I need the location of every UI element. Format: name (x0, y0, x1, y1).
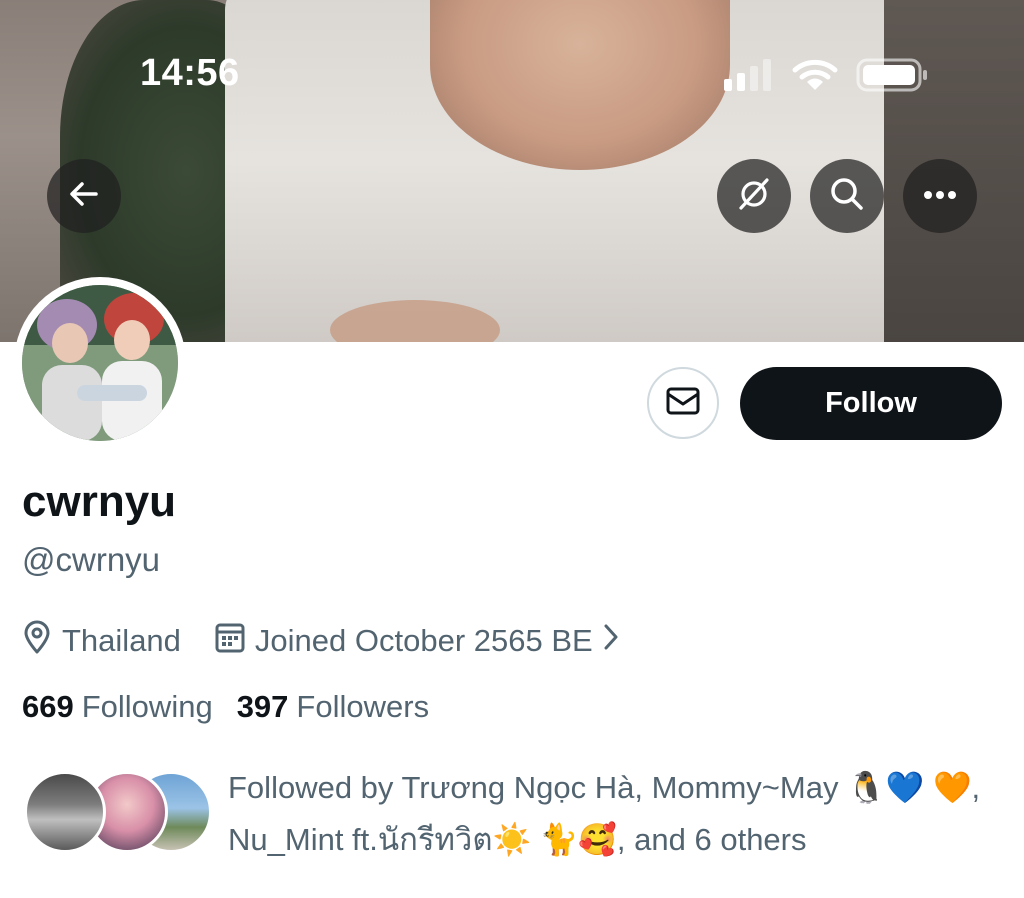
wifi-icon (792, 58, 838, 97)
location-text: Thailand (62, 623, 181, 658)
back-arrow-icon (66, 176, 102, 217)
cellular-signal-icon (724, 59, 774, 96)
location-pin-icon (22, 620, 52, 662)
profile-meta: Thailand Joined October 2565 BE (22, 620, 653, 662)
grok-button[interactable] (717, 159, 791, 233)
blue-heart-emoji: 💙 (885, 770, 925, 806)
profile-avatar[interactable] (14, 277, 186, 449)
joined-text: Joined October 2565 BE (254, 623, 593, 658)
joined-date[interactable]: Joined October 2565 BE (215, 621, 619, 661)
back-button[interactable] (47, 159, 121, 233)
follower-avatar-1 (24, 771, 106, 853)
following-link[interactable]: 669 Following (22, 689, 213, 725)
following-count: 669 (22, 689, 74, 724)
username-handle: @cwrnyu (22, 541, 161, 578)
calendar-icon (215, 621, 245, 661)
followed-by-text[interactable]: Followed by Trương Ngọc Hà, Mommy~May 🐧💙… (228, 762, 998, 866)
envelope-icon (666, 387, 700, 420)
cat-emoji: 🐈 (539, 822, 579, 858)
orange-heart-emoji: 🧡 (932, 770, 972, 806)
avatar-image (22, 285, 178, 441)
followers-label: Followers (296, 689, 430, 724)
following-label: Following (81, 689, 213, 724)
more-icon (922, 187, 958, 205)
message-button[interactable] (647, 367, 719, 439)
more-button[interactable] (903, 159, 977, 233)
penguin-emoji: 🐧 (847, 770, 886, 806)
sun-emoji: ☀️ (492, 822, 532, 858)
search-icon (828, 175, 866, 218)
location: Thailand (22, 620, 181, 662)
followers-link[interactable]: 397 Followers (237, 689, 429, 725)
followed-by-avatars[interactable] (24, 771, 212, 853)
search-button[interactable] (810, 159, 884, 233)
followers-count: 397 (236, 689, 289, 724)
follow-stats: 669 Following 397 Followers (22, 689, 429, 725)
grok-icon (735, 175, 773, 218)
battery-icon (856, 58, 928, 97)
status-time: 14:56 (140, 52, 240, 94)
smiling-hearts-emoji: 🥰 (578, 822, 617, 858)
followed-by-suffix: , and 6 others (616, 822, 807, 857)
followed-by-prefix: Followed by Trương Ngọc Hà, Mommy~May (228, 770, 839, 805)
follow-button[interactable]: Follow (740, 367, 1002, 440)
display-name: cwrnyu (22, 477, 177, 526)
chevron-right-icon (603, 623, 619, 659)
status-icons (724, 58, 928, 97)
